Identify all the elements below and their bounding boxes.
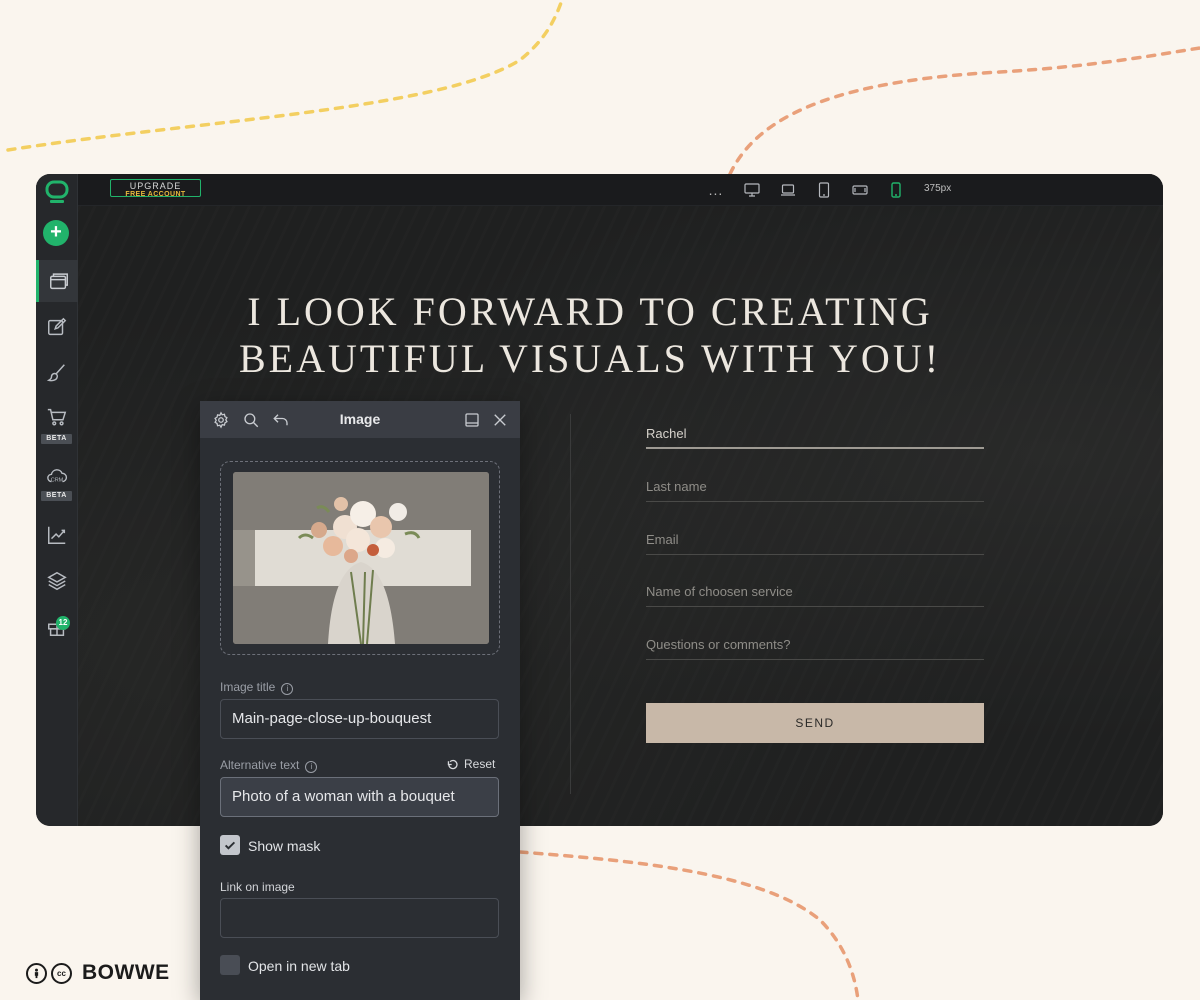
add-element-button[interactable]: + bbox=[43, 220, 69, 246]
left-sidebar: + BETA CRM BETA 12 bbox=[36, 174, 78, 826]
undo-icon bbox=[273, 414, 288, 426]
beta-tag: BETA bbox=[41, 491, 72, 501]
upgrade-label: UPGRADE bbox=[129, 181, 182, 191]
device-tablet-button[interactable] bbox=[815, 181, 833, 199]
dock-panel-button[interactable] bbox=[462, 410, 482, 430]
device-mobile-button[interactable] bbox=[887, 181, 905, 199]
bowwe-logo-icon[interactable] bbox=[45, 180, 69, 204]
service-field[interactable]: Name of choosen service bbox=[646, 577, 984, 607]
layers-icon bbox=[47, 571, 67, 591]
panel-title: Image bbox=[339, 411, 381, 427]
svg-text:CRM: CRM bbox=[51, 478, 64, 484]
send-button[interactable]: SEND bbox=[646, 703, 984, 743]
link-input[interactable] bbox=[220, 898, 499, 938]
laptop-icon bbox=[781, 184, 795, 196]
mobile-icon bbox=[891, 182, 901, 198]
top-toolbar: UPGRADE FREE ACCOUNT ... 375px bbox=[78, 174, 1163, 206]
brush-icon bbox=[46, 364, 65, 382]
viewport-width-label: 375px bbox=[924, 183, 952, 194]
attribution-icon bbox=[26, 962, 47, 984]
alt-text-label-row: Alternative text i bbox=[220, 758, 318, 773]
reset-icon bbox=[447, 759, 458, 769]
email-field[interactable]: Email bbox=[646, 525, 984, 555]
image-title-label-row: Image title i bbox=[220, 680, 294, 695]
image-preview[interactable] bbox=[233, 472, 489, 644]
headline-line-2: BEAUTIFUL VISUALS WITH YOU! bbox=[238, 336, 942, 381]
first-name-field[interactable]: Rachel bbox=[646, 419, 984, 449]
free-account-label: FREE ACCOUNT bbox=[125, 191, 186, 198]
more-options-button[interactable]: ... bbox=[707, 181, 725, 199]
notification-badge: 12 bbox=[56, 616, 70, 630]
info-icon[interactable]: i bbox=[281, 683, 294, 695]
sidebar-item-edit[interactable] bbox=[36, 306, 78, 348]
close-icon bbox=[494, 414, 506, 426]
alt-text-input[interactable]: Photo of a woman with a bouquet bbox=[220, 777, 499, 817]
edit-icon bbox=[48, 317, 67, 336]
desktop-large-icon bbox=[744, 183, 760, 197]
info-icon[interactable]: i bbox=[305, 761, 318, 773]
device-tablet-landscape-button[interactable] bbox=[851, 181, 869, 199]
sidebar-item-layers[interactable] bbox=[36, 560, 78, 602]
sidebar-item-shop[interactable] bbox=[36, 396, 78, 438]
creative-commons-icon: cc bbox=[51, 962, 72, 984]
open-new-tab-checkbox[interactable] bbox=[220, 955, 240, 975]
sidebar-item-analytics[interactable] bbox=[36, 514, 78, 556]
section-divider bbox=[570, 414, 571, 794]
sidebar-item-pages[interactable] bbox=[36, 260, 78, 302]
image-title-label: Image title bbox=[220, 680, 276, 694]
cart-icon bbox=[47, 408, 67, 426]
sidebar-item-design[interactable] bbox=[36, 352, 78, 394]
tablet-icon bbox=[818, 182, 830, 198]
page-headline[interactable]: I LOOK FORWARD TO CREATING BEAUTIFUL VIS… bbox=[200, 288, 980, 382]
link-label: Link on image bbox=[220, 880, 295, 894]
dock-icon bbox=[465, 413, 479, 427]
last-name-field[interactable]: Last name bbox=[646, 472, 984, 502]
reset-alt-text-button[interactable]: Reset bbox=[446, 757, 495, 771]
search-button[interactable] bbox=[241, 410, 261, 430]
image-title-input[interactable]: Main-page-close-up-bouquest bbox=[220, 699, 499, 739]
device-laptop-button[interactable] bbox=[779, 181, 797, 199]
checkmark-icon bbox=[224, 841, 236, 850]
device-desktop-large-button[interactable] bbox=[743, 181, 761, 199]
headline-line-1: I LOOK FORWARD TO CREATING bbox=[247, 289, 933, 334]
bowwe-brand: cc BOWWE bbox=[26, 961, 170, 985]
crm-cloud-icon: CRM bbox=[47, 469, 68, 484]
reset-label: Reset bbox=[464, 757, 496, 771]
search-icon bbox=[244, 413, 259, 428]
bouquet-photo bbox=[233, 472, 489, 644]
bowwe-wordmark: BOWWE bbox=[82, 961, 170, 984]
gear-icon bbox=[214, 411, 228, 429]
close-panel-button[interactable] bbox=[490, 410, 510, 430]
comments-field[interactable]: Questions or comments? bbox=[646, 630, 984, 660]
beta-tag: BETA bbox=[41, 434, 72, 444]
panel-header: Image bbox=[200, 401, 520, 438]
alt-text-label: Alternative text bbox=[220, 758, 300, 772]
show-mask-label[interactable]: Show mask bbox=[248, 838, 320, 854]
image-settings-panel: Image Image title i Main-page-close-up-b… bbox=[200, 401, 520, 1000]
pages-icon bbox=[49, 273, 68, 290]
settings-button[interactable] bbox=[211, 410, 231, 430]
image-dropzone[interactable] bbox=[220, 461, 500, 655]
more-icon: ... bbox=[708, 182, 724, 198]
analytics-icon bbox=[48, 526, 66, 544]
show-mask-checkbox[interactable] bbox=[220, 835, 240, 855]
undo-button[interactable] bbox=[271, 410, 291, 430]
open-new-tab-label[interactable]: Open in new tab bbox=[248, 958, 350, 974]
upgrade-button[interactable]: UPGRADE FREE ACCOUNT bbox=[110, 179, 201, 198]
tablet-landscape-icon bbox=[852, 185, 868, 195]
